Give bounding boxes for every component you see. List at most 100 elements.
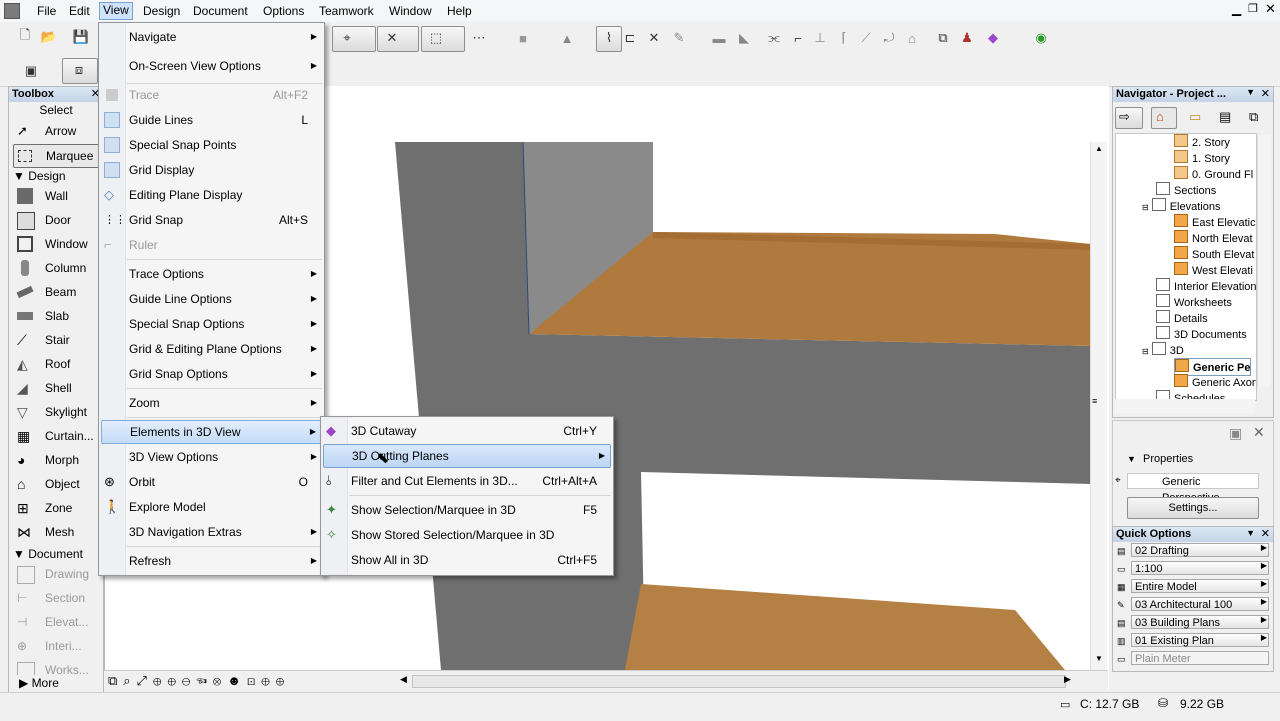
dropper-icon[interactable]: ▲ <box>558 29 576 47</box>
menu-file[interactable]: File <box>34 3 59 19</box>
horizontal-scrollbar[interactable] <box>412 675 1066 688</box>
view-icon[interactable]: ⧉ <box>934 29 952 47</box>
view-name-field[interactable]: Generic Perspective <box>1127 473 1259 504</box>
intersect-icon[interactable]: ⌐ <box>789 29 807 47</box>
tool-column[interactable]: Column <box>13 257 101 279</box>
model-view-select[interactable]: 03 Building Plans <box>1131 615 1269 629</box>
tool-shell[interactable]: ◢ Shell <box>13 377 101 399</box>
menu-item-elements-in-3d-view[interactable]: Elements in 3D View ▶ <box>101 420 322 444</box>
document-group-header[interactable]: ▼ Document <box>13 546 83 562</box>
menu-item-zoom[interactable]: Zoom ▶ <box>101 392 322 414</box>
tool-wall[interactable]: Wall <box>13 185 101 207</box>
delete-view-icon[interactable]: ✕ <box>1253 424 1265 441</box>
structure-display-select[interactable]: Entire Model <box>1131 579 1269 593</box>
tool-window[interactable]: Window <box>13 233 101 255</box>
project-map-button[interactable] <box>1151 107 1177 129</box>
navigator-horizontal-scrollbar[interactable] <box>1115 399 1255 413</box>
tool-beam[interactable]: Beam <box>13 281 101 303</box>
tool-slab[interactable]: Slab <box>13 305 101 327</box>
menu-item-3d-view-options[interactable]: 3D View Options ▶ <box>101 446 322 468</box>
tool-elevation[interactable]: ⊣ Elevat... <box>13 611 101 633</box>
menu-item-ruler[interactable]: ⌐ Ruler <box>101 234 322 256</box>
app-icon[interactable] <box>4 3 20 19</box>
tree-item-interior-elevation[interactable]: Interior Elevation <box>1156 278 1256 294</box>
menu-item-show-stored-selection[interactable]: ✧ Show Stored Selection/Marquee in 3D <box>323 524 611 546</box>
view-map-icon[interactable]: ▭ <box>1189 109 1201 125</box>
menu-item-grid-editing-plane-options[interactable]: Grid & Editing Plane Options ▶ <box>101 338 322 360</box>
navigator-vertical-scrollbar[interactable] <box>1257 135 1270 387</box>
tree-item-details[interactable]: Details <box>1156 310 1208 326</box>
minimize-icon[interactable]: ▁ <box>1232 2 1241 16</box>
design-group-header[interactable]: ▼ Design <box>13 168 66 184</box>
layer-icon[interactable]: ■ <box>514 29 532 47</box>
save-icon[interactable]: 💾 <box>72 28 90 46</box>
menu-item-show-all-in-3d[interactable]: Show All in 3D Ctrl+F5 <box>323 549 611 571</box>
brush-icon[interactable]: ♟ <box>958 29 976 47</box>
layout-book-icon[interactable]: ▤ <box>1219 109 1231 125</box>
pen-set-row[interactable]: ✎ 03 Architectural 100 ▶ <box>1115 597 1271 613</box>
tree-item-story-2[interactable]: 2. Story <box>1174 134 1230 150</box>
tool-worksheet[interactable]: Works... <box>13 659 101 675</box>
tool-object[interactable]: ⌂ Object <box>13 473 101 495</box>
menu-item-3d-navigation-extras[interactable]: 3D Navigation Extras ▶ <box>101 521 322 543</box>
navigator-dropdown-icon[interactable]: ▼ <box>1246 87 1255 97</box>
viewport-vertical-scrollbar[interactable]: ▲ ≡ ▼ <box>1090 142 1107 670</box>
pen-set-select[interactable]: 03 Architectural 100 <box>1131 597 1269 611</box>
scroll-up-icon[interactable]: ▲ <box>1095 144 1103 153</box>
menu-item-grid-snap[interactable]: ⋮⋮ Grid Snap Alt+S <box>101 209 322 231</box>
tool-mesh[interactable]: ⋈ Mesh <box>13 521 101 543</box>
menu-item-refresh[interactable]: Refresh ▶ <box>101 550 322 572</box>
menu-item-on-screen-view-options[interactable]: On-Screen View Options ▶ <box>101 55 322 77</box>
tool-marquee[interactable]: Marquee <box>13 144 103 168</box>
renovation-filter-select[interactable]: 01 Existing Plan <box>1131 633 1269 647</box>
tree-item-worksheets[interactable]: Worksheets <box>1156 294 1232 310</box>
tool-roof[interactable]: ◭ Roof <box>13 353 101 375</box>
tool-arrow[interactable]: ➚ Arrow <box>13 120 101 142</box>
tree-item-story-1[interactable]: 1. Story <box>1174 150 1230 166</box>
open-folder-icon[interactable]: 📂 <box>40 28 58 46</box>
structure-display-row[interactable]: ▦ Entire Model ▶ <box>1115 579 1271 595</box>
teamwork-icon[interactable]: ◉ <box>1032 29 1050 47</box>
menu-item-trace-options[interactable]: Trace Options ▶ <box>101 263 322 285</box>
offset-icon[interactable]: ⟋ <box>857 29 875 47</box>
menu-item-filter-and-cut[interactable]: ⫰ Filter and Cut Elements in 3D... Ctrl+Al… <box>323 470 611 492</box>
rotate-icon[interactable]: ⤾ <box>880 29 898 47</box>
publisher-icon[interactable]: ⧉ <box>1249 109 1258 125</box>
tree-item-east-elevation[interactable]: East Elevatic <box>1174 214 1256 230</box>
menu-item-special-snap-points[interactable]: Special Snap Points <box>101 134 322 156</box>
properties-collapse-icon[interactable]: ▼ <box>1127 454 1136 464</box>
tree-item-sections[interactable]: Sections <box>1156 182 1216 198</box>
navigation-tools-icon[interactable]: ⧉⌕⤢⊕⊕⊖☜⊗☻⊡⊕⊕ <box>108 673 290 689</box>
quick-options-close-icon[interactable]: ✕ <box>1261 527 1270 540</box>
tree-item-generic-axonometry[interactable]: Generic Axon <box>1174 374 1256 390</box>
layer-combination-select[interactable]: 02 Drafting <box>1131 543 1269 557</box>
adjust-icon[interactable]: ⊥ <box>811 29 829 47</box>
scale-row[interactable]: ▭ 1:100 ▶ <box>1115 561 1271 577</box>
more-group-header[interactable]: ▶ More <box>19 675 59 691</box>
navigator-close-icon[interactable]: ✕ <box>1261 87 1270 100</box>
tool-drawing[interactable]: Drawing <box>13 563 101 585</box>
collapse-icon[interactable]: ⊟ <box>1142 203 1149 212</box>
collapse-icon[interactable]: ⊟ <box>1142 347 1149 356</box>
menu-edit[interactable]: Edit <box>66 3 93 19</box>
menu-view[interactable]: View <box>99 2 133 20</box>
renovation-filter-row[interactable]: ▥ 01 Existing Plan ▶ <box>1115 633 1271 649</box>
tree-item-south-elevation[interactable]: South Elevat <box>1174 246 1254 262</box>
dimension-select[interactable]: Plain Meter <box>1131 651 1269 665</box>
fillet-icon[interactable]: ⌈ <box>835 29 853 47</box>
quick-options-dropdown-icon[interactable]: ▼ <box>1246 528 1255 538</box>
menu-document[interactable]: Document <box>190 3 251 19</box>
hscroll-right-icon[interactable]: ▶ <box>1064 674 1071 685</box>
menu-item-orbit[interactable]: ⊛ Orbit O <box>101 471 322 493</box>
layout-icon[interactable]: ▣ <box>22 62 40 80</box>
menu-window[interactable]: Window <box>386 3 435 19</box>
menu-item-3d-cutting-planes[interactable]: 3D Cutting Planes ▶ <box>323 444 611 468</box>
menu-item-editing-plane-display[interactable]: ◇ Editing Plane Display <box>101 184 322 206</box>
menu-item-special-snap-options[interactable]: Special Snap Options ▶ <box>101 313 322 335</box>
menu-help[interactable]: Help <box>444 3 475 19</box>
scroll-down-icon[interactable]: ▼ <box>1095 654 1103 663</box>
line-icon[interactable]: ▬ <box>710 29 728 47</box>
tree-item-ground-floor[interactable]: 0. Ground Fl <box>1174 166 1253 182</box>
tool-skylight[interactable]: ▽ Skylight <box>13 401 101 423</box>
menu-item-navigate[interactable]: Navigate ▶ <box>101 26 322 48</box>
